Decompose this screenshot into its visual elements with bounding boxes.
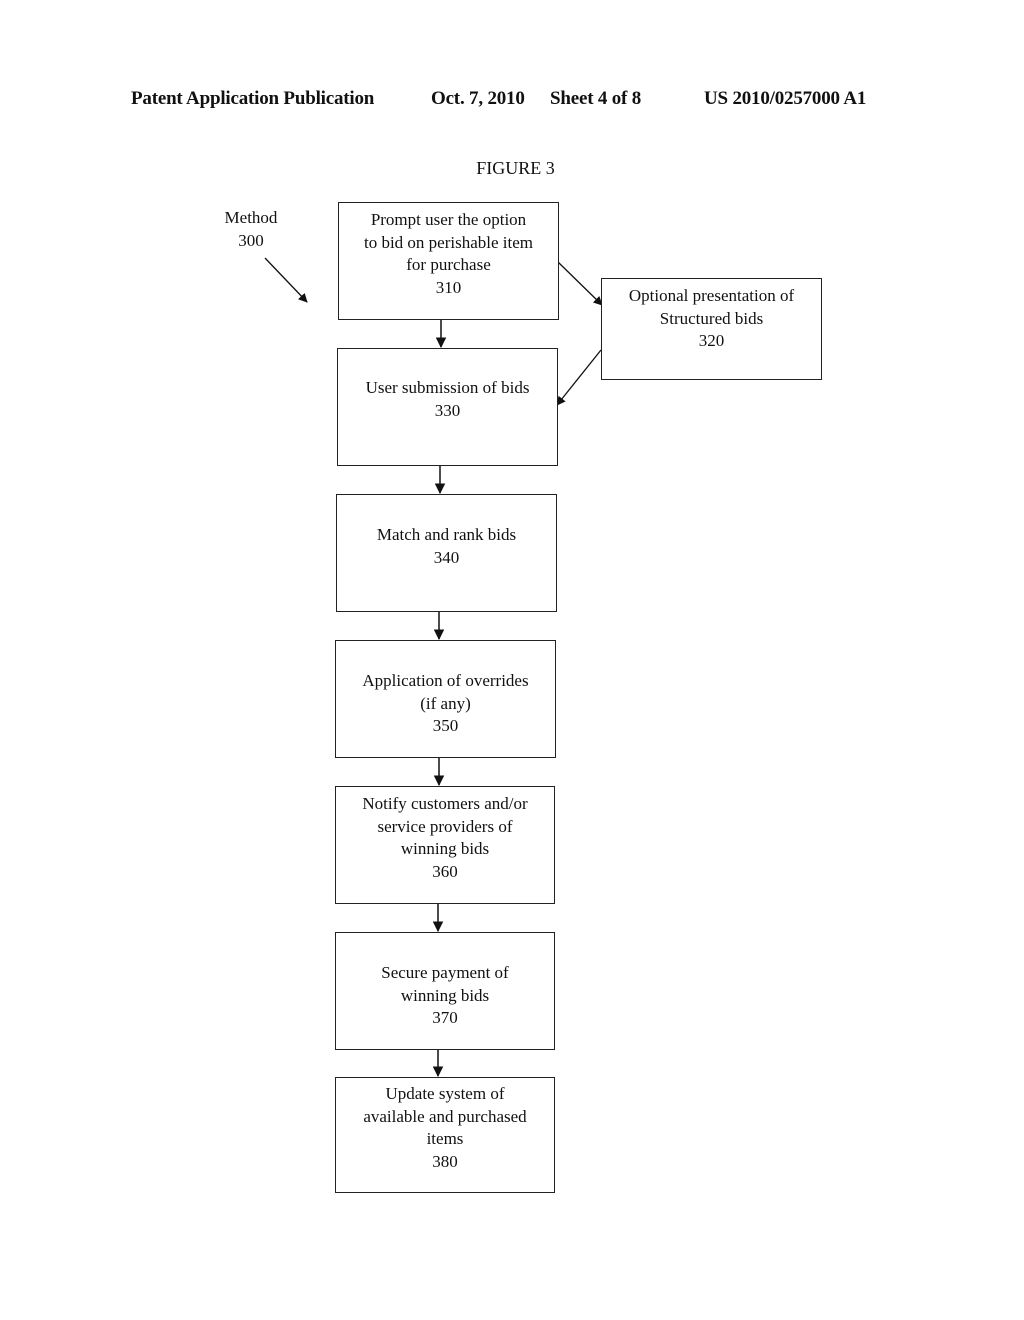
step-310-line: to bid on perishable item bbox=[363, 232, 534, 252]
step-380-number: 380 bbox=[432, 1151, 458, 1171]
step-310-line: Prompt user the option bbox=[370, 210, 527, 229]
step-380-box: Update system of available and purchased… bbox=[335, 1077, 555, 1193]
step-350-number: 350 bbox=[432, 716, 459, 735]
step-350-line: Application of overrides bbox=[362, 671, 529, 690]
step-350-line: (if any) bbox=[420, 693, 471, 713]
step-380-line: available and purchased bbox=[363, 1106, 527, 1126]
step-330-line: User submission of bids bbox=[365, 378, 530, 397]
step-320-line: Optional presentation of bbox=[628, 286, 795, 305]
step-320-line: Structured bids bbox=[659, 308, 764, 328]
step-330-box: User submission of bids 330 bbox=[337, 348, 558, 466]
step-360-box: Notify customers and/or service provider… bbox=[335, 786, 555, 904]
step-370-line: Secure payment of bbox=[381, 963, 509, 982]
step-340-number: 340 bbox=[433, 547, 460, 567]
step-360-line: Notify customers and/or bbox=[362, 794, 528, 813]
step-330-number: 330 bbox=[434, 400, 461, 420]
step-380-line: Update system of bbox=[385, 1084, 505, 1103]
step-360-line: winning bids bbox=[400, 839, 490, 858]
step-310-number: 310 bbox=[435, 277, 462, 297]
step-340-box: Match and rank bids 340 bbox=[336, 494, 557, 612]
step-320-number: 320 bbox=[698, 331, 725, 350]
step-310-line: for purchase bbox=[406, 255, 491, 274]
step-350-box: Application of overrides (if any) 350 bbox=[335, 640, 556, 758]
arrow-310-to-320 bbox=[557, 261, 603, 306]
step-360-line: service providers of bbox=[377, 816, 513, 836]
step-340-line: Match and rank bids bbox=[376, 525, 517, 544]
step-370-box: Secure payment of winning bids 370 bbox=[335, 932, 555, 1050]
method-pointer-arrow bbox=[264, 257, 308, 303]
step-370-line: winning bids bbox=[400, 985, 490, 1005]
step-360-number: 360 bbox=[432, 861, 458, 881]
step-370-number: 370 bbox=[432, 1008, 458, 1027]
arrow-320-to-330 bbox=[556, 349, 602, 406]
step-310-box: Prompt user the option to bid on perisha… bbox=[338, 202, 559, 320]
step-320-box: Optional presentation of Structured bids… bbox=[601, 278, 822, 380]
step-380-line: items bbox=[426, 1129, 464, 1148]
